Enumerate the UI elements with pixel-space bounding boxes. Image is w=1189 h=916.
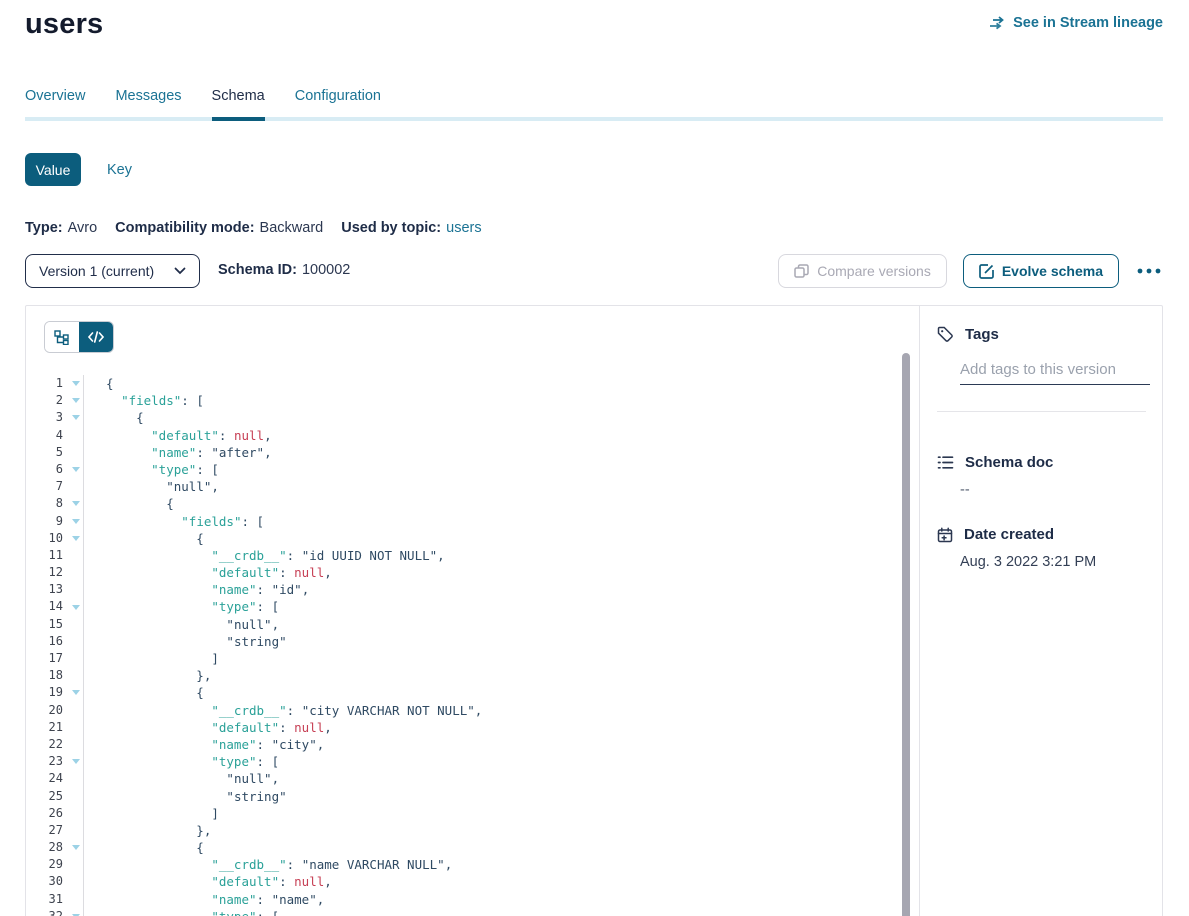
code-line: 20 "__crdb__": "city VARCHAR NOT NULL", [26,702,919,719]
code-view-button[interactable] [79,322,113,352]
stream-lineage-icon [989,16,1006,30]
version-bar: Version 1 (current) Schema ID:100002 Com… [25,254,1163,288]
code-line: 32 "type": [ [26,908,919,916]
code-line: 9 "fields": [ [26,513,919,530]
code-line: 21 "default": null, [26,719,919,736]
code-line: 28 { [26,839,919,856]
code-line: 13 "name": "id", [26,581,919,598]
code-line: 17 ] [26,650,919,667]
code-line: 12 "default": null, [26,564,919,581]
fold-toggle-icon[interactable] [72,845,80,850]
code-line: 2 "fields": [ [26,392,919,409]
fold-toggle-icon[interactable] [72,398,80,403]
schema-page: users See in Stream lineage Overview Mess… [0,0,1189,916]
code-line: 22 "name": "city", [26,736,919,753]
fold-toggle-icon[interactable] [72,690,80,695]
schema-doc-section-header: Schema doc [920,454,1162,471]
key-toggle-button[interactable]: Key [107,162,132,178]
schema-panel: 1{2 "fields": [3 {4 "default": null,5 "n… [25,305,1163,916]
code-line: 8 { [26,495,919,512]
code-line: 19 { [26,684,919,701]
edit-icon [979,264,994,279]
tag-icon [937,326,954,343]
code-line: 10 { [26,530,919,547]
date-created-section-header: Date created [920,526,1162,543]
topic-link[interactable]: users [446,220,481,236]
code-line: 16 "string" [26,633,919,650]
tab-configuration[interactable]: Configuration [295,88,381,121]
code-line: 30 "default": null, [26,873,919,890]
code-line: 11 "__crdb__": "id UUID NOT NULL", [26,547,919,564]
code-line: 3 { [26,409,919,426]
code-line: 29 "__crdb__": "name VARCHAR NULL", [26,856,919,873]
tab-bar: Overview Messages Schema Configuration [25,88,1163,121]
add-tags-input[interactable] [960,359,1150,385]
fold-toggle-icon[interactable] [72,381,80,386]
code-lines: 1{2 "fields": [3 {4 "default": null,5 "n… [26,375,919,916]
list-icon [937,455,954,470]
code-line: 25 "string" [26,788,919,805]
fold-toggle-icon[interactable] [72,536,80,541]
code-line: 7 "null", [26,478,919,495]
code-line: 5 "name": "after", [26,444,919,461]
tab-messages[interactable]: Messages [115,88,181,121]
fold-toggle-icon[interactable] [72,519,80,524]
code-line: 31 "name": "name", [26,891,919,908]
code-line: 15 "null", [26,616,919,633]
fold-toggle-icon[interactable] [72,415,80,420]
value-toggle-button[interactable]: Value [25,153,81,186]
versions-icon [794,264,809,278]
stream-lineage-link[interactable]: See in Stream lineage [989,15,1163,31]
code-line: 24 "null", [26,770,919,787]
schema-doc-value: -- [920,482,1162,498]
calendar-icon [937,527,953,543]
page-title: users [25,8,103,41]
code-line: 27 }, [26,822,919,839]
code-line: 1{ [26,375,919,392]
tags-section-header: Tags [920,326,1162,343]
version-select[interactable]: Version 1 (current) [25,254,200,288]
date-created-value: Aug. 3 2022 3:21 PM [920,554,1162,570]
code-line: 23 "type": [ [26,753,919,770]
tree-view-button[interactable] [45,322,79,352]
fold-toggle-icon[interactable] [72,759,80,764]
sidebar-divider [937,411,1146,412]
meta-item: Compatibility mode:Backward [115,220,323,236]
schema-meta-row: Type:Avro Compatibility mode:Backward Used… [25,220,482,236]
evolve-schema-button[interactable]: Evolve schema [963,254,1119,288]
code-line: 4 "default": null, [26,427,919,444]
schema-code-region: 1{2 "fields": [3 {4 "default": null,5 "n… [26,306,919,916]
code-line: 18 }, [26,667,919,684]
chevron-down-icon [174,267,186,275]
code-line: 14 "type": [ [26,598,919,615]
tab-overview[interactable]: Overview [25,88,85,121]
meta-item: Used by topic:users [341,220,481,236]
fold-toggle-icon[interactable] [72,501,80,506]
fold-toggle-icon[interactable] [72,467,80,472]
code-line: 6 "type": [ [26,461,919,478]
tab-schema[interactable]: Schema [212,88,265,121]
code-line: 26 ] [26,805,919,822]
code-view-toggle [44,321,114,353]
schema-id: Schema ID:100002 [218,262,350,278]
schema-sidebar: Tags Schema doc -- [919,306,1162,916]
schema-part-toggle: Value Key [25,153,132,186]
scrollbar-thumb[interactable] [902,353,910,916]
fold-toggle-icon[interactable] [72,605,80,610]
compare-versions-button[interactable]: Compare versions [778,254,947,288]
more-options-button[interactable] [1135,266,1163,276]
meta-item: Type:Avro [25,220,97,236]
